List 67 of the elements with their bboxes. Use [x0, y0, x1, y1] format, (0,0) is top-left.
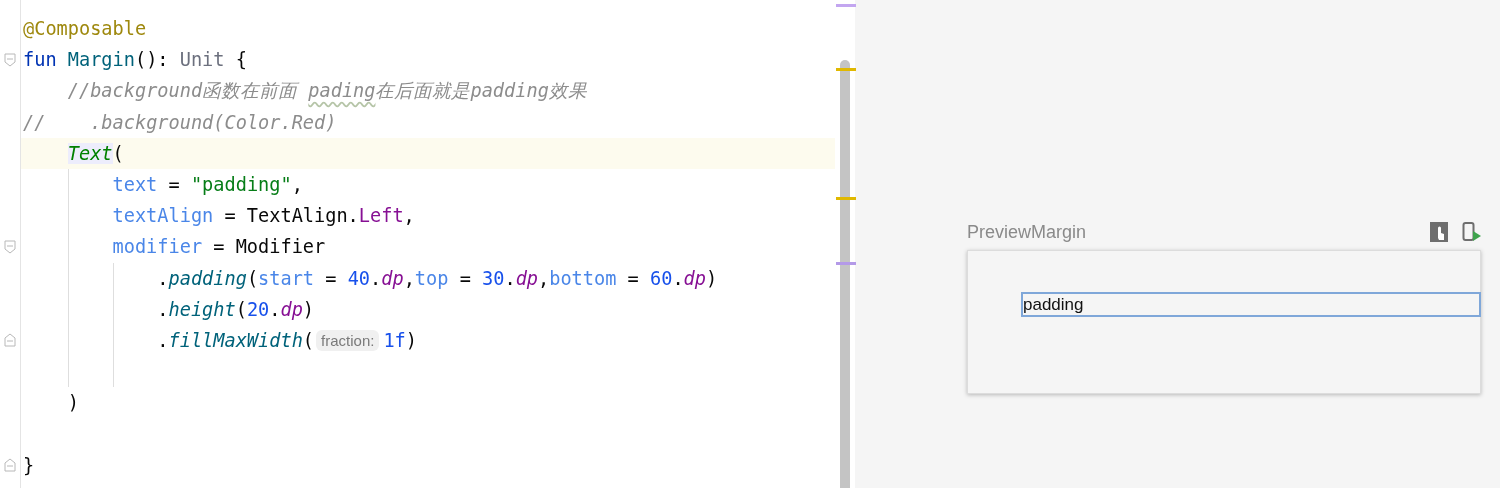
- code-token: 60: [650, 267, 673, 289]
- code-token: start: [258, 267, 315, 289]
- code-token: 30: [482, 267, 505, 289]
- code-token: padding: [168, 267, 247, 289]
- code-token: Margin: [67, 49, 135, 71]
- code-token: modifier: [112, 236, 203, 258]
- code-token: top: [414, 267, 449, 289]
- code-token: Left: [358, 205, 404, 227]
- code-token: (: [235, 298, 247, 320]
- code-token: 在后面就是padding效果: [375, 78, 587, 103]
- code-token: = TextAlign.: [223, 205, 359, 227]
- code-token: =: [167, 174, 181, 196]
- code-token: ): [67, 392, 79, 414]
- code-token: ,: [538, 267, 550, 289]
- code-token: Text: [67, 142, 113, 164]
- code-token: .: [269, 298, 281, 320]
- code-token: }: [23, 454, 35, 476]
- code-token: ): [705, 267, 718, 289]
- code-token: @Composable: [23, 18, 147, 40]
- code-token: ,: [403, 205, 415, 227]
- code-token: (: [246, 267, 259, 289]
- code-token: = Modifier: [212, 236, 326, 258]
- code-token: ,: [291, 174, 303, 196]
- code-token: .: [157, 267, 169, 289]
- code-token: dp: [683, 267, 706, 289]
- preview-title: PreviewMargin: [967, 221, 1087, 243]
- code-token: height: [168, 298, 236, 320]
- fold-icon[interactable]: [4, 239, 16, 254]
- code-token: (: [112, 142, 124, 164]
- interactive-mode-icon[interactable]: [1430, 222, 1448, 242]
- code-token: ): [302, 298, 315, 320]
- fold-icon[interactable]: [4, 458, 16, 473]
- code-token: pading: [308, 80, 376, 102]
- code-token: .: [504, 267, 516, 289]
- code-token: 40: [347, 267, 371, 289]
- code-token: dp: [515, 267, 538, 289]
- code-token: .: [157, 298, 169, 320]
- scrollbar-thumb[interactable]: [840, 60, 850, 488]
- code-token: .: [370, 267, 382, 289]
- code-token: //background函数在前面: [67, 78, 301, 103]
- code-token: =: [458, 267, 472, 289]
- code-token: fun: [23, 49, 58, 71]
- code-token: fillMaxWidth: [168, 329, 303, 351]
- fold-icon[interactable]: [4, 52, 16, 67]
- code-token: =: [626, 267, 640, 289]
- preview-text: padding: [1021, 292, 1481, 317]
- code-token: ): [405, 329, 417, 351]
- code-token: 1f: [383, 329, 406, 351]
- code-token: (: [302, 329, 315, 351]
- code-token: ():: [134, 49, 170, 71]
- parameter-hint: fraction:: [316, 329, 380, 351]
- code-token: =: [324, 267, 338, 289]
- code-token: text: [112, 174, 158, 196]
- code-token: {: [234, 49, 247, 71]
- code-token: .: [157, 329, 169, 351]
- code-token: textAlign: [112, 205, 214, 227]
- code-token: 20: [246, 298, 270, 320]
- code-token: dp: [280, 298, 303, 320]
- code-token: dp: [381, 267, 404, 289]
- deploy-icon[interactable]: [1462, 222, 1482, 242]
- code-token: bottom: [549, 267, 617, 289]
- code-token: "padding": [190, 174, 292, 196]
- code-token: // .background(Color.Red): [23, 111, 337, 133]
- code-token: .: [672, 267, 684, 289]
- code-token: ,: [403, 267, 415, 289]
- code-token: Unit: [179, 49, 225, 71]
- fold-icon[interactable]: [4, 333, 16, 348]
